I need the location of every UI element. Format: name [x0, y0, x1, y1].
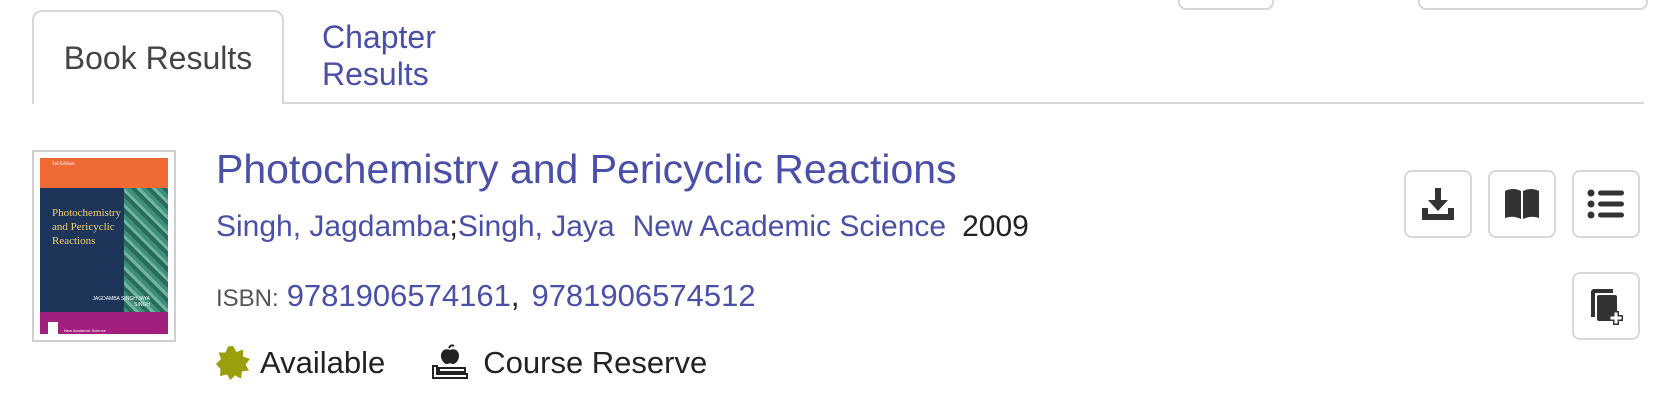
- author-separator: ;: [449, 210, 458, 243]
- top-control-partial[interactable]: [1178, 0, 1274, 10]
- list-icon: [1587, 189, 1624, 219]
- publisher-link[interactable]: New Academic Science: [633, 210, 946, 244]
- read-online-button[interactable]: [1488, 170, 1556, 238]
- availability-row: Available Course Reserve: [216, 344, 707, 382]
- book-cover[interactable]: 3rd Edition Photochemistry and Pericycli…: [32, 150, 176, 342]
- cover-edition: 3rd Edition: [52, 162, 75, 167]
- course-reserve-icon: [432, 344, 469, 379]
- cover-title: Photochemistry and Pericyclic Reactions: [52, 207, 122, 247]
- top-select-partial[interactable]: [1418, 0, 1648, 10]
- add-to-list-button[interactable]: [1572, 272, 1640, 340]
- publisher-logo: [48, 322, 58, 334]
- book-meta: Singh, Jagdamba ; Singh, Jaya New Academ…: [216, 210, 1029, 244]
- isbn-label: ISBN:: [216, 285, 279, 312]
- tab-chapter-results[interactable]: Chapter Results: [322, 10, 522, 102]
- book-open-icon: [1505, 189, 1539, 219]
- book-title[interactable]: Photochemistry and Pericyclic Reactions: [216, 146, 957, 193]
- isbn-row: ISBN: 9781906574161 , 9781906574512: [216, 278, 756, 314]
- add-to-list-icon: [1591, 289, 1623, 325]
- publication-year: 2009: [962, 210, 1029, 243]
- author-link[interactable]: Singh, Jaya: [458, 210, 615, 244]
- isbn-separator: ,: [510, 278, 520, 313]
- tab-book-results[interactable]: Book Results: [32, 10, 284, 104]
- download-button[interactable]: [1404, 170, 1472, 238]
- details-list-button[interactable]: [1572, 170, 1640, 238]
- isbn-link[interactable]: 9781906574161: [287, 278, 511, 314]
- author-link[interactable]: Singh, Jagdamba: [216, 210, 450, 244]
- availability-status: Available: [260, 345, 386, 380]
- isbn-link[interactable]: 9781906574512: [531, 278, 755, 314]
- result-tabs: Book Results Chapter Results: [32, 10, 1644, 104]
- download-icon: [1422, 188, 1454, 220]
- cover-authors: JAGDAMBA SINGH JAYA SINGH: [92, 296, 150, 308]
- cover-publisher: New Academic Science: [64, 328, 106, 333]
- available-badge-icon: [216, 346, 250, 380]
- course-reserve-label: Course Reserve: [483, 345, 708, 380]
